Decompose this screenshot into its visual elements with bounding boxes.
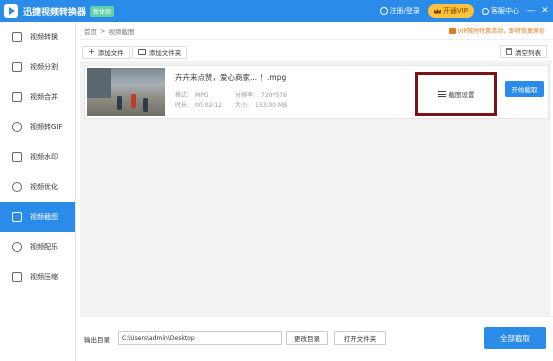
sidebar-item-label: 视频水印 xyxy=(30,153,58,161)
breadcrumb: 首页 > 视频截图 VIP限时特惠活动，即将恢复原价 xyxy=(80,22,553,40)
sidebar: 视频转换 视频分割 视频合并 视频转GIF 视频水印 视频优化 视频截图 视频配… xyxy=(0,22,76,361)
resolution-label: 分辨率: xyxy=(235,92,256,99)
sidebar-item-screenshot[interactable]: 视频截图 xyxy=(0,202,75,232)
vip-label: 开通VIP xyxy=(442,7,468,15)
sidebar-item-split[interactable]: 视频分割 xyxy=(0,52,75,82)
sidebar-item-label: 视频转GIF xyxy=(30,123,63,131)
resolution-info: 分辨率: 720*576 xyxy=(235,90,287,99)
sidebar-item-optimize[interactable]: 视频优化 xyxy=(0,172,75,202)
size-value: 133.00 MB xyxy=(255,102,288,109)
service-center-button[interactable]: 客服中心 xyxy=(482,6,519,16)
screenshot-icon xyxy=(12,212,22,222)
resolution-value: 720*576 xyxy=(261,92,287,99)
split-icon xyxy=(12,62,22,72)
output-label: 输出目录 xyxy=(84,336,110,344)
clear-list-button[interactable]: 清空列表 xyxy=(500,45,547,58)
close-button[interactable]: ✕ xyxy=(539,0,551,22)
footer: 输出目录 更改目录 打开文件夹 全部截取 xyxy=(80,316,553,361)
merge-icon xyxy=(12,92,22,102)
sidebar-item-label: 视频优化 xyxy=(30,183,58,191)
login-button[interactable]: 注册/登录 xyxy=(379,6,420,16)
toolbar: + 添加文件 添加文件夹 清空列表 xyxy=(80,44,553,60)
gif-icon xyxy=(12,122,22,132)
minimize-button[interactable]: — xyxy=(525,0,537,22)
output-path-field[interactable] xyxy=(118,331,282,345)
convert-icon xyxy=(12,32,22,42)
file-name: 卉卉来点赞，爱心商家... ！.mpg xyxy=(175,73,287,82)
sidebar-item-watermark[interactable]: 视频水印 xyxy=(0,142,75,172)
plus-icon: + xyxy=(88,47,95,56)
start-capture-button[interactable]: 开始截取 xyxy=(505,81,544,97)
title-bar: 迅捷视频转换器 新体验 注册/登录 开通VIP 客服中心 — ✕ xyxy=(0,0,553,22)
promo-link[interactable]: VIP限时特惠活动，即将恢复原价 xyxy=(448,26,546,35)
sidebar-item-label: 视频转换 xyxy=(30,33,58,41)
list-item[interactable]: 卉卉来点赞，爱心商家... ！.mpg 格式: MPG 分辨率: 720*576 时… xyxy=(84,65,549,119)
sidebar-item-label: 视频配乐 xyxy=(30,243,58,251)
open-folder-button[interactable]: 打开文件夹 xyxy=(334,331,386,345)
watermark-icon xyxy=(12,152,22,162)
screenshot-settings-button[interactable]: 截图设置 xyxy=(415,72,497,116)
duration-value: 00:02:12 xyxy=(195,102,222,109)
breadcrumb-home[interactable]: 首页 xyxy=(84,26,97,36)
video-thumbnail xyxy=(87,68,165,116)
folder-icon xyxy=(137,49,146,55)
compress-icon xyxy=(12,272,22,282)
app-badge: 新体验 xyxy=(90,5,115,17)
clear-list-label: 清空列表 xyxy=(515,48,541,57)
app-title: 迅捷视频转换器 xyxy=(23,7,87,18)
format-label: 格式: xyxy=(175,92,190,99)
sidebar-item-label: 视频分割 xyxy=(30,63,58,71)
user-icon xyxy=(379,7,388,15)
file-list: 卉卉来点赞，爱心商家... ！.mpg 格式: MPG 分辨率: 720*576 时… xyxy=(80,61,551,316)
optimize-icon xyxy=(12,182,22,192)
capture-all-button[interactable]: 全部截取 xyxy=(484,327,546,349)
format-info: 格式: MPG xyxy=(175,90,208,99)
sliders-icon xyxy=(437,91,446,97)
sidebar-item-label: 视频截图 xyxy=(30,213,58,221)
change-dir-button[interactable]: 更改目录 xyxy=(286,331,328,345)
trash-icon xyxy=(506,48,512,55)
add-folder-button[interactable]: 添加文件夹 xyxy=(131,45,188,59)
sidebar-item-label: 视频压缩 xyxy=(30,273,58,281)
music-icon xyxy=(12,242,22,252)
sidebar-item-compress[interactable]: 视频压缩 xyxy=(0,262,75,292)
size-label: 大小: xyxy=(235,102,250,109)
sidebar-item-music[interactable]: 视频配乐 xyxy=(0,232,75,262)
app-logo-icon xyxy=(4,4,18,18)
format-value: MPG xyxy=(195,92,209,99)
headset-icon xyxy=(482,7,489,15)
sidebar-item-merge[interactable]: 视频合并 xyxy=(0,82,75,112)
screenshot-settings-label: 截图设置 xyxy=(448,91,475,99)
duration-info: 时长: 00:02:12 xyxy=(175,100,222,109)
service-label: 客服中心 xyxy=(491,7,519,15)
add-file-button[interactable]: + 添加文件 xyxy=(82,45,130,59)
breadcrumb-separator: > xyxy=(100,26,106,35)
gift-icon xyxy=(448,27,456,34)
sidebar-item-gif[interactable]: 视频转GIF xyxy=(0,112,75,142)
sidebar-item-label: 视频合并 xyxy=(30,93,58,101)
add-file-label: 添加文件 xyxy=(97,49,124,57)
login-label: 注册/登录 xyxy=(389,7,420,15)
add-folder-label: 添加文件夹 xyxy=(148,49,182,57)
vip-button[interactable]: 开通VIP xyxy=(427,4,474,18)
crown-icon xyxy=(433,8,441,14)
breadcrumb-current: 视频截图 xyxy=(108,27,135,36)
duration-label: 时长: xyxy=(175,102,190,109)
size-info: 大小: 133.00 MB xyxy=(235,100,287,109)
promo-text: VIP限时特惠活动，即将恢复原价 xyxy=(457,28,546,35)
sidebar-item-convert[interactable]: 视频转换 xyxy=(0,22,75,52)
